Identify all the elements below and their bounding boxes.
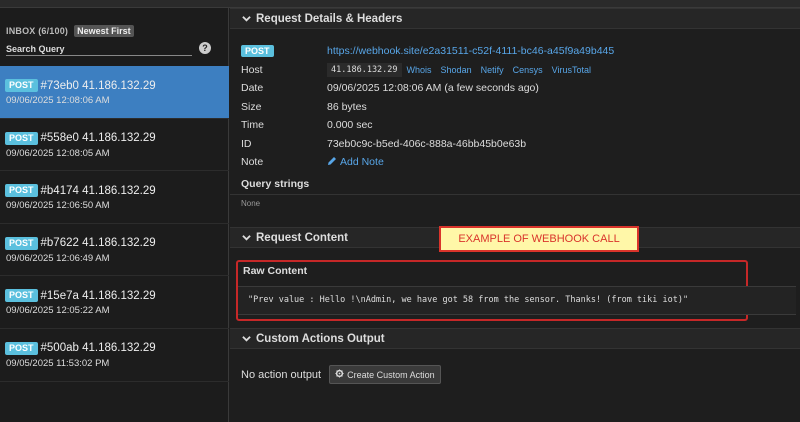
search-input[interactable] xyxy=(6,42,192,56)
request-date: 09/06/2025 12:08:05 AM xyxy=(6,147,110,159)
request-date: 09/05/2025 11:53:02 PM xyxy=(6,357,110,369)
sort-order-button[interactable]: Newest First xyxy=(74,25,134,37)
method-badge: POST xyxy=(5,236,38,250)
request-item[interactable]: POST #b4174 41.186.132.29 09/06/2025 12:… xyxy=(0,171,229,224)
url-row: POST https://webhook.site/e2a31511-c52f-… xyxy=(241,42,796,61)
gear-icon xyxy=(335,369,344,380)
raw-content-title: Raw Content xyxy=(243,265,308,277)
request-item[interactable]: POST #558e0 41.186.132.29 09/06/2025 12:… xyxy=(0,119,229,172)
request-date: 09/06/2025 12:06:50 AM xyxy=(6,200,110,212)
query-strings-empty: None xyxy=(241,199,261,208)
inbox-header: INBOX (6/100) Newest First xyxy=(6,25,134,37)
id-value: 73eb0c9c-b5ed-406c-888a-46bb45b0e63b xyxy=(327,137,527,150)
sidebar: INBOX (6/100) Newest First ? POST #73eb0… xyxy=(0,8,229,422)
chevron-down-icon xyxy=(242,14,251,23)
no-action-text: No action output xyxy=(241,368,322,381)
size-label: Size xyxy=(241,100,262,113)
help-icon[interactable]: ? xyxy=(199,42,211,54)
host-label: Host xyxy=(241,63,263,76)
method-badge: POST xyxy=(5,341,38,355)
method-badge: POST xyxy=(5,79,38,92)
pencil-icon xyxy=(327,156,337,169)
request-item[interactable]: POST #500ab 41.186.132.29 09/05/2025 11:… xyxy=(0,329,229,382)
request-details-header[interactable]: Request Details & Headers xyxy=(230,8,800,29)
request-list: POST #73eb0 41.186.132.29 09/06/2025 12:… xyxy=(0,66,229,382)
shodan-link[interactable]: Shodan xyxy=(441,65,472,75)
query-strings-title: Query strings xyxy=(241,178,310,190)
add-note-link[interactable]: Add Note xyxy=(327,156,384,169)
method-badge: POST xyxy=(5,131,38,145)
time-row: Time 0.000 sec xyxy=(241,116,796,135)
search-field xyxy=(6,41,192,56)
main-panel: Request Details & Headers POST https://w… xyxy=(230,8,800,422)
size-row: Size 86 bytes xyxy=(241,98,796,117)
date-value: 09/06/2025 12:08:06 AM (a few seconds ag… xyxy=(327,82,539,95)
note-label: Note xyxy=(241,156,264,169)
create-custom-action-label: Create Custom Action xyxy=(347,369,435,380)
custom-actions-body: No action output Create Custom Action xyxy=(241,365,441,384)
id-row: ID 73eb0c9c-b5ed-406c-888a-46bb45b0e63b xyxy=(241,135,796,154)
request-title: #b4174 41.186.132.29 xyxy=(40,184,156,197)
section-title: Request Details & Headers xyxy=(256,12,403,25)
request-date: 09/06/2025 12:08:06 AM xyxy=(6,95,110,106)
whois-link[interactable]: Whois xyxy=(407,65,432,75)
request-title: #b7622 41.186.132.29 xyxy=(40,237,156,250)
host-row: Host 41.186.132.29 Whois Shodan Netify C… xyxy=(241,61,796,80)
top-strip xyxy=(0,0,800,8)
divider xyxy=(230,194,800,195)
request-details: POST https://webhook.site/e2a31511-c52f-… xyxy=(241,42,796,172)
add-note-label: Add Note xyxy=(340,156,384,169)
raw-content-body: "Prev value : Hello !\nAdmin, we have go… xyxy=(238,286,796,315)
id-label: ID xyxy=(241,137,252,150)
example-callout: EXAMPLE OF WEBHOOK CALL xyxy=(439,226,639,252)
size-value: 86 bytes xyxy=(327,100,367,113)
request-title: #500ab 41.186.132.29 xyxy=(40,342,156,355)
request-item[interactable]: POST #b7622 41.186.132.29 09/06/2025 12:… xyxy=(0,224,229,277)
method-badge: POST xyxy=(5,289,38,303)
raw-content-highlight: Raw Content "Prev value : Hello !\nAdmin… xyxy=(236,260,796,321)
inbox-count-label: INBOX (6/100) xyxy=(6,26,69,36)
chevron-down-icon xyxy=(242,334,251,343)
note-row: Note Add Note xyxy=(241,153,796,172)
method-badge: POST xyxy=(5,184,38,198)
custom-actions-header[interactable]: Custom Actions Output xyxy=(230,328,800,349)
request-date: 09/06/2025 12:06:49 AM xyxy=(6,252,110,264)
time-value: 0.000 sec xyxy=(327,119,373,132)
date-label: Date xyxy=(241,82,264,95)
request-date: 09/06/2025 12:05:22 AM xyxy=(6,305,110,317)
date-row: Date 09/06/2025 12:08:06 AM (a few secon… xyxy=(241,79,796,98)
section-title: Request Content xyxy=(256,231,348,244)
host-value: 41.186.132.29 xyxy=(327,62,402,77)
virustotal-link[interactable]: VirusTotal xyxy=(552,65,591,75)
request-url-link[interactable]: https://webhook.site/e2a31511-c52f-4111-… xyxy=(327,45,614,57)
request-item-selected[interactable]: POST #73eb0 41.186.132.29 09/06/2025 12:… xyxy=(0,66,229,119)
netify-link[interactable]: Netify xyxy=(481,65,504,75)
request-title: #15e7a 41.186.132.29 xyxy=(40,289,156,302)
request-title: #73eb0 41.186.132.29 xyxy=(40,79,156,92)
section-title: Custom Actions Output xyxy=(256,332,385,345)
create-custom-action-button[interactable]: Create Custom Action xyxy=(329,365,441,384)
chevron-down-icon xyxy=(242,233,251,242)
request-item[interactable]: POST #15e7a 41.186.132.29 09/06/2025 12:… xyxy=(0,276,229,329)
request-title: #558e0 41.186.132.29 xyxy=(40,132,156,145)
censys-link[interactable]: Censys xyxy=(513,65,543,75)
time-label: Time xyxy=(241,119,264,132)
method-badge: POST xyxy=(241,45,274,58)
